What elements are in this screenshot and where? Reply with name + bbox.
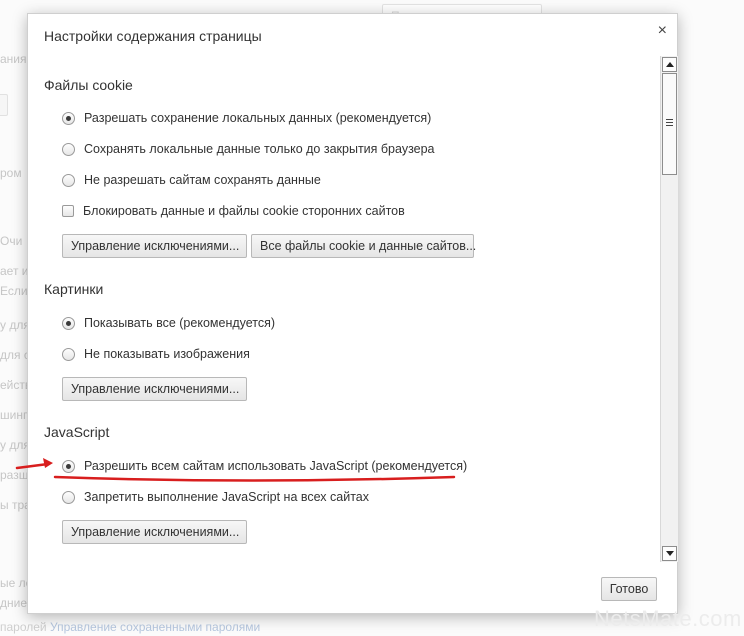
cookies-section-title: Файлы cookie — [44, 77, 133, 93]
background-text-fragment: дние — [0, 596, 28, 610]
option-label: Разрешать сохранение локальных данных (р… — [84, 111, 432, 125]
option-label: Не разрешать сайтам сохранять данные — [84, 173, 321, 187]
images-option-show-all[interactable]: Показывать все (рекомендуется) — [62, 314, 275, 332]
background-text-fragment: разш — [0, 468, 29, 482]
option-label: Сохранять локальные данные только до зак… — [84, 142, 435, 156]
javascript-option-block[interactable]: Запретить выполнение JavaScript на всех … — [62, 488, 369, 506]
background-button-fragment — [0, 94, 8, 116]
option-label: Разрешить всем сайтам использовать JavaS… — [84, 459, 468, 473]
scrollbar-thumb[interactable] — [662, 73, 677, 175]
cookies-option-block[interactable]: Не разрешать сайтам сохранять данные — [62, 171, 321, 189]
all-cookies-button[interactable]: Все файлы cookie и данные сайтов... — [251, 234, 476, 258]
images-section-title: Картинки — [44, 281, 104, 297]
option-label: Запретить выполнение JavaScript на всех … — [84, 490, 369, 504]
background-text-fragment: ром — [0, 166, 22, 180]
images-option-hide[interactable]: Не показывать изображения — [62, 345, 250, 363]
radio-selected-icon[interactable] — [62, 459, 75, 473]
option-label: Блокировать данные и файлы cookie сторон… — [83, 204, 405, 218]
javascript-option-allow[interactable]: Разрешить всем сайтам использовать JavaS… — [62, 457, 467, 475]
background-footer-link[interactable]: Управление сохраненными паролями — [50, 620, 260, 634]
background-text-fragment: Если — [0, 284, 28, 298]
background-text-fragment: у для — [0, 318, 30, 332]
radio-selected-icon[interactable] — [62, 111, 75, 125]
done-button[interactable]: Готово — [601, 577, 657, 601]
content-settings-dialog: Настройки содержания страницы × Файлы co… — [27, 13, 678, 614]
images-manage-exceptions-button[interactable]: Управление исключениями... — [62, 377, 247, 401]
block-third-party-cookies-checkbox[interactable]: Блокировать данные и файлы cookie сторон… — [62, 202, 405, 220]
radio-icon[interactable] — [62, 347, 75, 361]
background-text-fragment: шинг — [0, 408, 28, 422]
background-footer-text: паролей — [0, 620, 47, 634]
dialog-content: Файлы cookie Разрешать сохранение локаль… — [28, 14, 658, 574]
radio-icon[interactable] — [62, 173, 75, 187]
background-text-fragment: Очи — [0, 234, 23, 248]
radio-selected-icon[interactable] — [62, 316, 75, 330]
radio-icon[interactable] — [62, 142, 75, 156]
background-text-fragment: у для — [0, 438, 30, 452]
watermark-text: NetsMate.com — [594, 606, 742, 631]
background-text-fragment: ания — [0, 52, 27, 66]
scroll-down-arrow-icon[interactable] — [662, 546, 677, 561]
javascript-section-title: JavaScript — [44, 424, 110, 440]
background-text-fragment: ает и — [0, 264, 29, 278]
option-label: Не показывать изображения — [84, 347, 250, 361]
background-text-fragment: для с — [0, 348, 30, 362]
cookies-option-allow[interactable]: Разрешать сохранение локальных данных (р… — [62, 109, 431, 127]
cookies-option-session-only[interactable]: Сохранять локальные данные только до зак… — [62, 140, 435, 158]
checkbox-icon[interactable] — [62, 205, 74, 217]
close-icon[interactable]: × — [658, 22, 667, 40]
scroll-up-arrow-icon[interactable] — [662, 57, 677, 72]
grip-icon — [666, 119, 673, 127]
background-footer: паролей Управление сохраненными паролями — [0, 620, 260, 634]
radio-icon[interactable] — [62, 490, 75, 504]
dialog-scrollbar[interactable] — [660, 56, 678, 562]
javascript-manage-exceptions-button[interactable]: Управление исключениями... — [62, 520, 247, 544]
cookies-manage-exceptions-button[interactable]: Управление исключениями... — [62, 234, 247, 258]
option-label: Показывать все (рекомендуется) — [84, 316, 276, 330]
